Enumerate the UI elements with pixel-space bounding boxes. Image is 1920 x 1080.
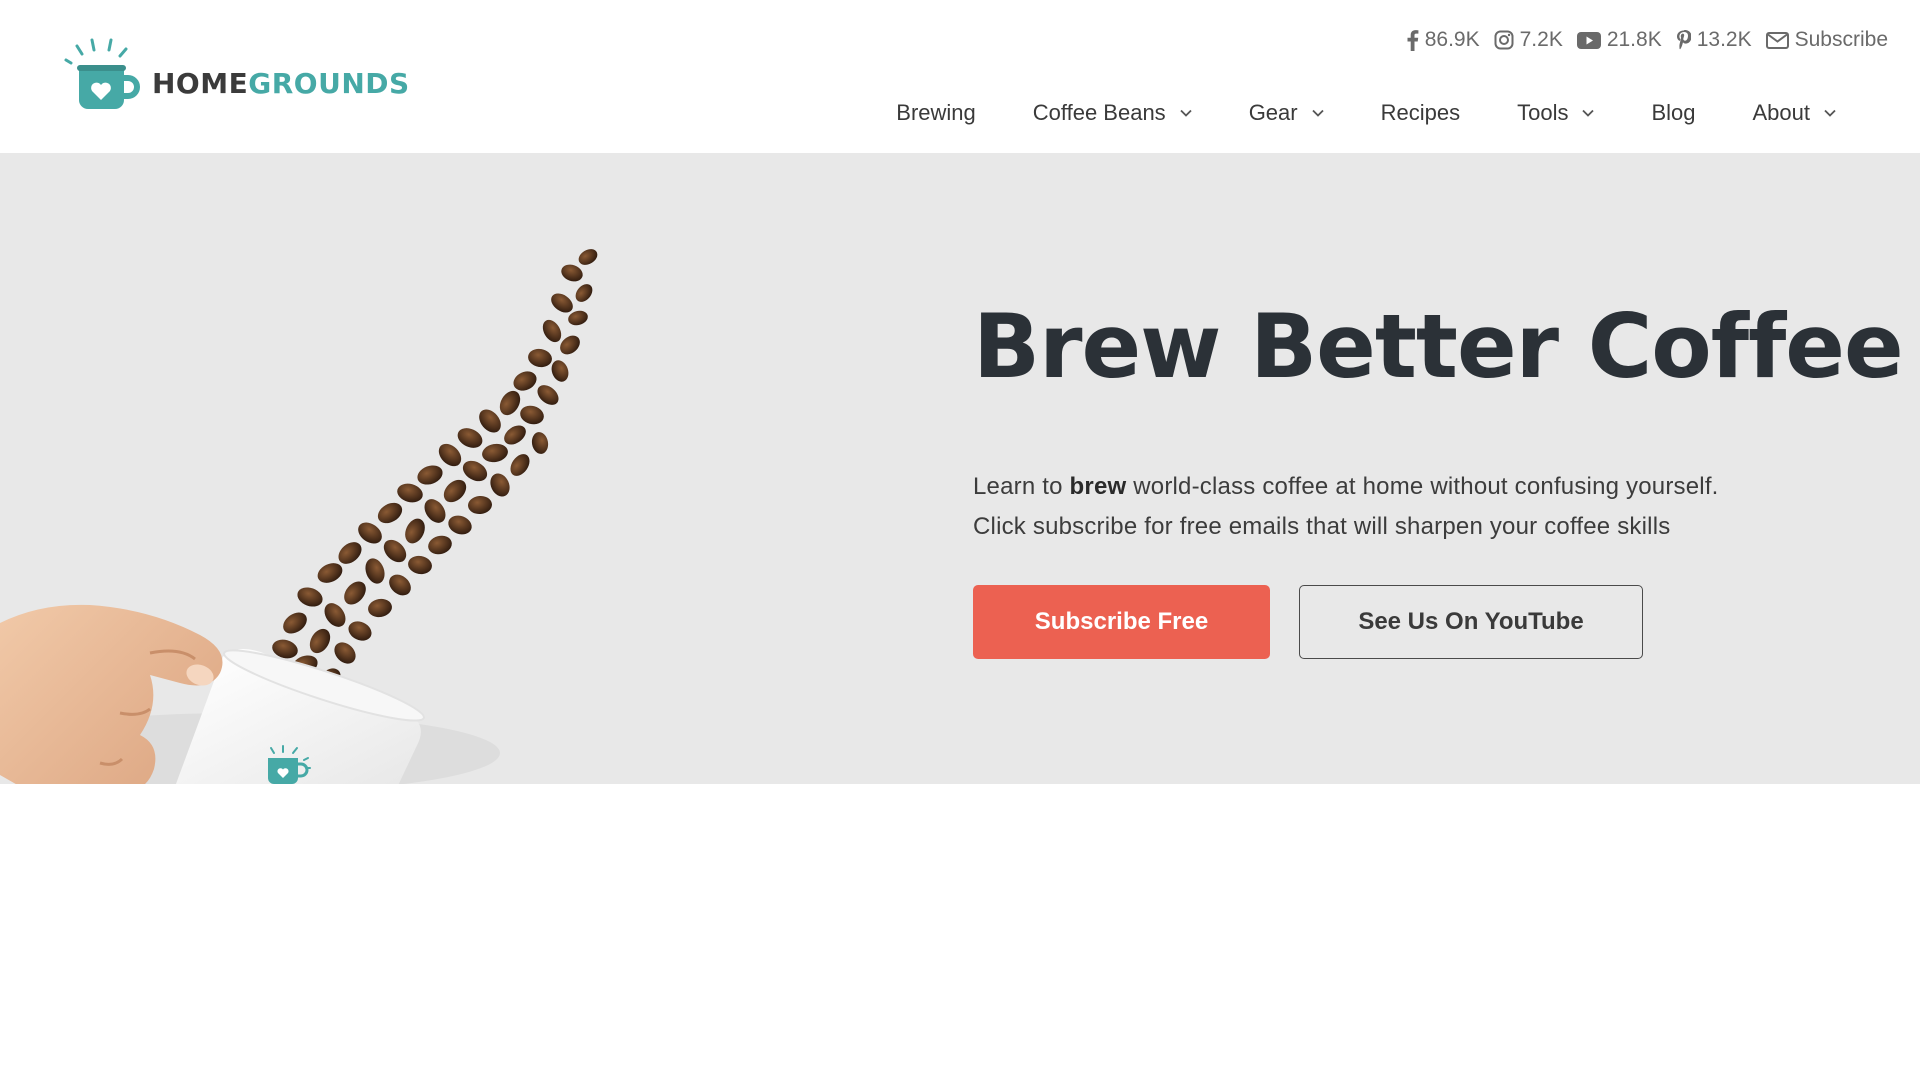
hero-section: Brew Better Coffee Learn to brew world-c… [0, 153, 1920, 784]
nav-item-blog[interactable]: Blog [1651, 100, 1695, 126]
facebook-link[interactable]: 86.9K [1406, 28, 1480, 52]
nav-item-label: Tools [1517, 100, 1569, 125]
logo-text-grounds: GROUNDS [248, 66, 410, 100]
mail-icon [1765, 31, 1789, 49]
pinterest-link[interactable]: 13.2K [1676, 28, 1752, 52]
logo-mug-icon [64, 38, 140, 109]
youtube-link[interactable]: 21.8K [1576, 28, 1662, 52]
nav-item-tools[interactable]: Tools [1517, 100, 1595, 126]
coffee-mug-hero-image [0, 249, 598, 784]
nav-item-gear[interactable]: Gear [1249, 100, 1324, 126]
hero-title: Brew Better Coffee [973, 295, 1904, 398]
main-nav: Brewing Coffee Beans Gear Recipes Tools … [896, 96, 1836, 130]
nav-item-recipes[interactable]: Recipes [1381, 100, 1460, 126]
instagram-icon [1494, 30, 1514, 50]
youtube-icon [1576, 31, 1601, 49]
hero-buttons: Subscribe Free See Us On YouTube [973, 585, 1873, 659]
nav-item-about[interactable]: About [1753, 100, 1837, 126]
see-us-on-youtube-button[interactable]: See Us On YouTube [1299, 585, 1643, 659]
chevron-down-icon [1180, 109, 1192, 117]
nav-item-coffee-beans[interactable]: Coffee Beans [1033, 100, 1192, 126]
chevron-down-icon [1582, 109, 1595, 117]
subscribe-free-button[interactable]: Subscribe Free [973, 585, 1270, 659]
nav-item-label: Brewing [896, 100, 976, 125]
facebook-count: 86.9K [1424, 28, 1480, 51]
pinterest-count: 13.2K [1696, 28, 1752, 51]
facebook-icon [1407, 30, 1419, 51]
coffee-beans-illustration [248, 249, 598, 702]
pinterest-icon [1676, 29, 1691, 49]
nav-item-label: Recipes [1380, 100, 1461, 125]
subscribe-label: Subscribe [1794, 28, 1888, 51]
nav-item-label: Coffee Beans [1032, 100, 1166, 125]
subscribe-link[interactable]: Subscribe [1765, 28, 1888, 52]
nav-item-label: About [1752, 100, 1811, 125]
logo-wordmark: HOMEGROUNDS [152, 67, 410, 100]
instagram-link[interactable]: 7.2K [1494, 28, 1563, 52]
nav-item-label: Blog [1651, 100, 1696, 125]
hero-content: Brew Better Coffee Learn to brew world-c… [973, 295, 1904, 659]
youtube-count: 21.8K [1606, 28, 1662, 51]
instagram-count: 7.2K [1519, 28, 1563, 51]
site-logo[interactable]: HOMEGROUNDS [64, 36, 410, 116]
social-counts-bar: 86.9K 7.2K 21.8K 13.2K Subscribe [1406, 28, 1888, 52]
hero-line1-start: Learn to [973, 473, 1070, 500]
hero-line1-end: world-class coffee at home without confu… [1126, 473, 1719, 500]
nav-item-label: Gear [1248, 100, 1298, 125]
chevron-down-icon [1311, 109, 1324, 117]
hero-line1-bold: brew [1069, 473, 1127, 500]
nav-item-brewing[interactable]: Brewing [896, 100, 975, 126]
hero-line2: Click subscribe for free emails that wil… [973, 513, 1671, 540]
hero-subtitle: Learn to brew world-class coffee at home… [973, 467, 1873, 547]
site-header: HOMEGROUNDS 86.9K 7.2K 21.8K 13.2K Subsc… [0, 0, 1920, 153]
chevron-down-icon [1824, 109, 1836, 117]
logo-text-home: HOME [152, 66, 249, 100]
